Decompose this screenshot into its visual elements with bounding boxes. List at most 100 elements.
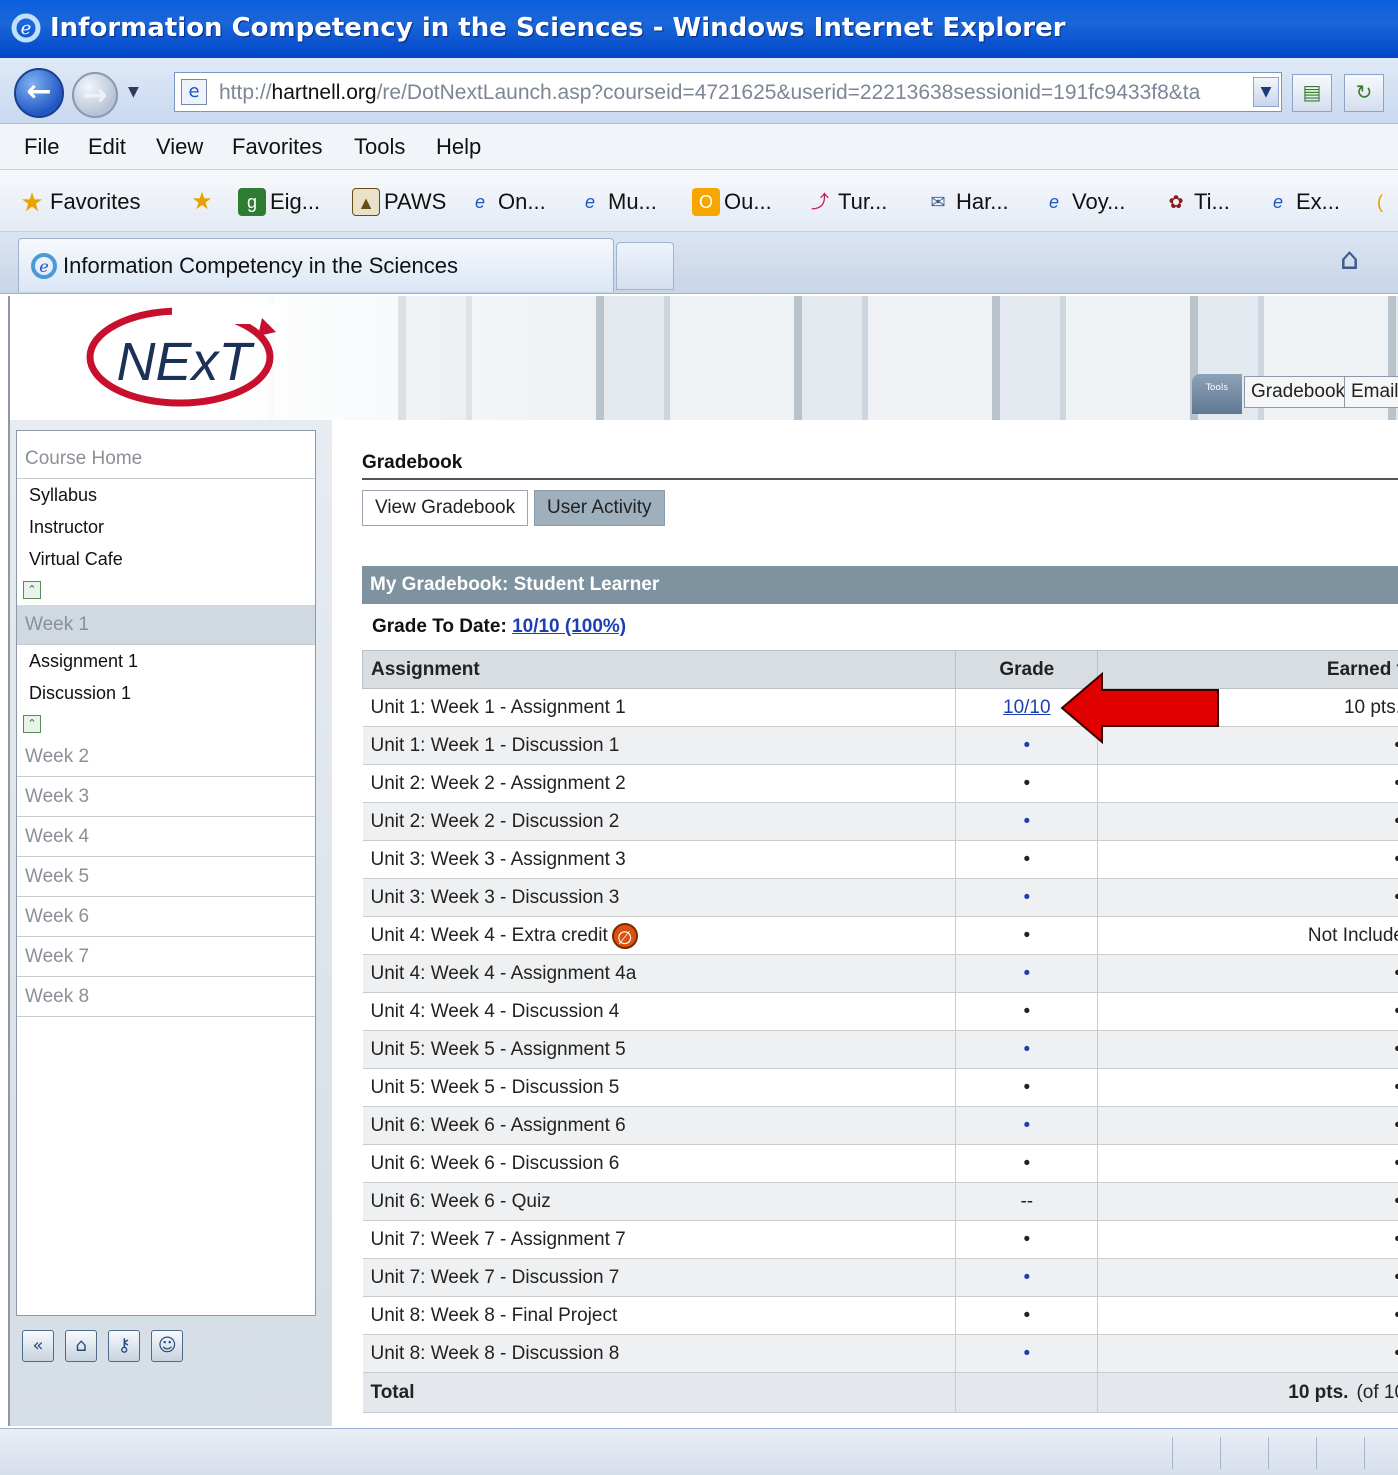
earned-cell: •	[1097, 1068, 1398, 1107]
earned-cell: •	[1097, 802, 1398, 841]
earned-cell: •	[1097, 1258, 1398, 1297]
table-row: Unit 8: Week 8 - Final Project • •	[362, 1296, 1398, 1335]
grade-value: •	[1023, 1266, 1031, 1288]
sidebar-week-1[interactable]: Week 1	[17, 605, 315, 645]
fav-item-mu[interactable]: e Mu...	[576, 188, 657, 216]
fav-item-paws[interactable]: ▲ PAWS	[352, 188, 446, 217]
earned-value: •	[1394, 1077, 1398, 1098]
back-button[interactable]: ←	[14, 68, 64, 118]
tools-tab[interactable]: Tools	[1192, 374, 1242, 414]
sidebar-week-7[interactable]: Week 7	[17, 937, 315, 977]
favorites-button[interactable]: ★ Favorites	[18, 188, 140, 216]
fav-item-ti[interactable]: ✿ Ti...	[1162, 188, 1229, 216]
menu-help[interactable]: Help	[436, 134, 481, 160]
gradebook-link[interactable]: Gradebook	[1244, 376, 1353, 408]
sidebar-tool-icons: « ⌂ ⚷ ☺	[22, 1330, 189, 1362]
earned-value: •	[1394, 1343, 1398, 1364]
grade-value: •	[1023, 924, 1031, 946]
earned-value: 10 pts.	[1343, 696, 1398, 718]
page-icon: e	[181, 79, 207, 105]
recent-pages-dropdown-icon[interactable]: ▼	[128, 84, 139, 100]
sidebar-item-syllabus[interactable]: Syllabus	[29, 485, 97, 506]
browser-window: e Information Competency in the Sciences…	[0, 0, 1398, 1475]
grade-cell: •	[955, 916, 1099, 955]
user-activity-button[interactable]: User Activity	[534, 490, 665, 526]
grade-value: •	[1023, 1152, 1031, 1174]
grade-value: •	[1023, 848, 1031, 870]
collapse-icon[interactable]: ⌃	[23, 581, 41, 599]
sidebar-item-instructor[interactable]: Instructor	[29, 517, 104, 538]
grade-value: •	[1023, 1304, 1031, 1326]
grade-value: •	[1023, 886, 1031, 908]
svg-text:NExT: NExT	[117, 332, 256, 392]
fav-item-ou[interactable]: O Ou...	[692, 188, 772, 217]
menu-edit[interactable]: Edit	[88, 134, 126, 160]
earned-value: •	[1394, 1191, 1398, 1212]
collapse-sidebar-icon[interactable]: «	[22, 1330, 54, 1362]
assignment-label: Unit 5: Week 5 - Discussion 5	[370, 1076, 620, 1098]
sidebar-week-3[interactable]: Week 3	[17, 777, 315, 817]
earned-value: •	[1394, 773, 1398, 794]
fav-item-voy[interactable]: e Voy...	[1040, 188, 1125, 216]
menu-file[interactable]: File	[24, 134, 59, 160]
tab-information-competency[interactable]: e Information Competency in the Sciences	[18, 238, 614, 292]
compatibility-view-icon[interactable]: ▤	[1292, 74, 1332, 112]
fav-item-on[interactable]: e On...	[466, 188, 546, 216]
sidebar-week-4[interactable]: Week 4	[17, 817, 315, 857]
favorites-bar: ★ Favorites ★ g Eig... ▲ PAWS e On... e Mu...…	[0, 170, 1398, 232]
assignment-name: Unit 8: Week 8 - Discussion 8	[362, 1334, 957, 1373]
earned-cell: •	[1097, 764, 1398, 803]
fav-item-har[interactable]: ✉ Har...	[924, 188, 1008, 216]
address-dropdown-icon[interactable]: ▼	[1253, 77, 1279, 107]
grade-value: •	[1023, 1114, 1031, 1136]
table-row: Unit 6: Week 6 - Discussion 6 • •	[362, 1144, 1398, 1183]
sidebar-week-5[interactable]: Week 5	[17, 857, 315, 897]
home-icon[interactable]: ⌂	[1340, 242, 1359, 277]
assignment-name: Unit 5: Week 5 - Assignment 5	[362, 1030, 957, 1069]
sidebar-week-6[interactable]: Week 6	[17, 897, 315, 937]
table-row: Unit 6: Week 6 - Quiz -- •	[362, 1182, 1398, 1221]
grade-link[interactable]: 10/10	[1003, 697, 1051, 718]
assignment-label: Unit 5: Week 5 - Assignment 5	[370, 1038, 626, 1060]
sidebar-item-discussion-1[interactable]: Discussion 1	[29, 683, 131, 704]
earned-cell: •	[1097, 840, 1398, 879]
sidebar-week-8[interactable]: Week 8	[17, 977, 315, 1017]
address-url[interactable]: http://hartnell.org/re/DotNextLaunch.asp…	[219, 81, 1239, 105]
add-favorite-button[interactable]: ★	[188, 188, 220, 216]
refresh-icon[interactable]: ↻	[1344, 74, 1384, 112]
view-gradebook-button[interactable]: View Gradebook	[362, 490, 529, 526]
user-icon[interactable]: ☺	[151, 1330, 184, 1362]
rss-icon: (	[1377, 192, 1383, 213]
menu-favorites[interactable]: Favorites	[232, 134, 322, 160]
forward-button[interactable]: →	[72, 72, 118, 118]
grade-cell: --	[955, 1182, 1099, 1221]
key-icon[interactable]: ⚷	[108, 1330, 141, 1362]
email-link[interactable]: Email	[1344, 376, 1398, 408]
menu-view[interactable]: View	[156, 134, 203, 160]
sidebar-course-home[interactable]: Course Home	[17, 439, 315, 479]
assignment-name: Unit 8: Week 8 - Final Project	[362, 1296, 957, 1335]
fav-overflow-icon[interactable]: (	[1366, 188, 1398, 216]
menu-tools[interactable]: Tools	[354, 134, 405, 160]
earned-cell: •	[1097, 992, 1398, 1031]
grade-to-date-label: Grade To Date:	[372, 616, 507, 637]
assignment-name: Unit 2: Week 2 - Assignment 2	[362, 764, 957, 803]
address-bar[interactable]: e http://hartnell.org/re/DotNextLaunch.a…	[174, 72, 1282, 112]
fav-item-tur[interactable]: ⤴ Tur...	[806, 188, 887, 216]
grade-to-date-link[interactable]: 10/10 (100%)	[512, 616, 626, 637]
home-icon[interactable]: ⌂	[65, 1330, 98, 1362]
earned-value: •	[1394, 849, 1398, 870]
sidebar-item-assignment-1[interactable]: Assignment 1	[29, 651, 138, 672]
grade-cell: •	[955, 954, 1099, 993]
assignment-label: Unit 8: Week 8 - Final Project	[370, 1304, 618, 1326]
fav-item-eig[interactable]: g Eig...	[238, 188, 320, 217]
table-row: Unit 1: Week 1 - Discussion 1 • •	[362, 726, 1398, 765]
paws-icon: ▲	[352, 188, 380, 217]
sidebar-item-virtual-cafe[interactable]: Virtual Cafe	[29, 549, 123, 570]
collapse-icon[interactable]: ⌃	[23, 715, 41, 733]
fav-item-ex[interactable]: e Ex...	[1264, 188, 1340, 216]
new-tab-button[interactable]	[616, 242, 674, 290]
total-points: 10 pts.	[1288, 1381, 1349, 1403]
sidebar-week-2[interactable]: Week 2	[17, 737, 315, 777]
bird-icon: ✿	[1168, 192, 1184, 213]
